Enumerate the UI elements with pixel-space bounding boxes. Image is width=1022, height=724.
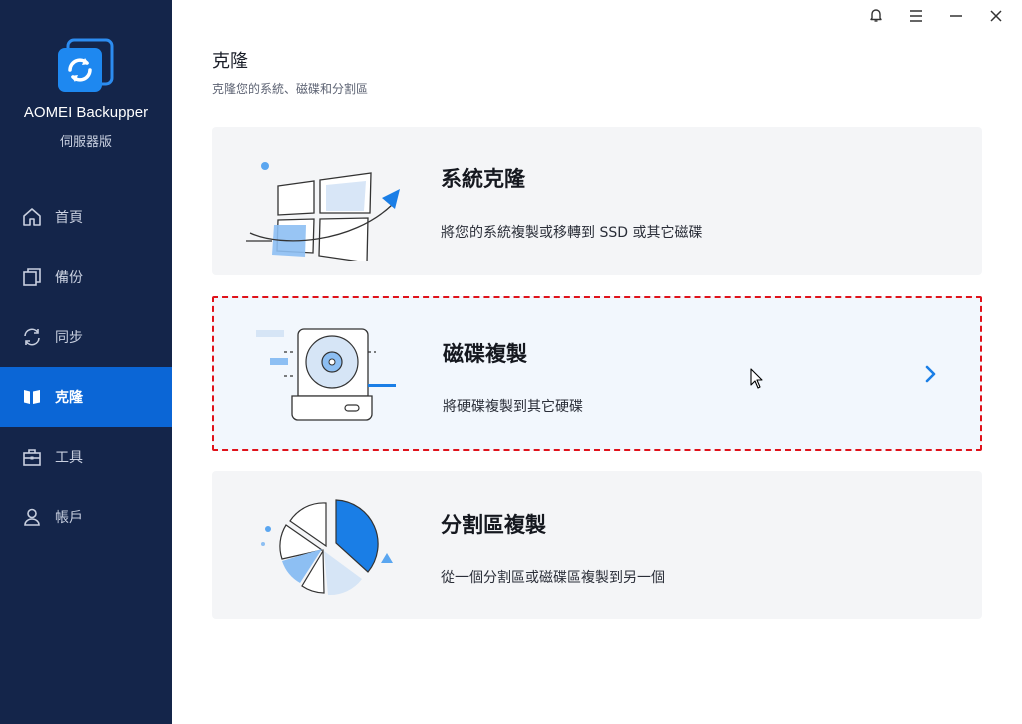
partition-clone-card[interactable]: 分割區複製 從一個分割區或磁碟區複製到另一個 <box>212 471 982 619</box>
bell-icon <box>868 7 884 27</box>
minimize-button[interactable] <box>936 6 976 28</box>
menu-button[interactable] <box>896 6 936 28</box>
sidebar-item-tools[interactable]: 工具 <box>0 427 172 487</box>
card-title: 分割區複製 <box>441 513 546 537</box>
sidebar-item-account[interactable]: 帳戶 <box>0 487 172 547</box>
page-title: 克隆 <box>212 51 248 72</box>
close-button[interactable] <box>976 6 1016 28</box>
card-title: 系統克隆 <box>441 167 525 191</box>
sidebar-item-home[interactable]: 首頁 <box>0 187 172 247</box>
chevron-right-icon[interactable] <box>920 362 940 386</box>
notification-button[interactable] <box>856 6 896 28</box>
system-clone-card[interactable]: 系統克隆 將您的系統複製或移轉到 SSD 或其它磁碟 <box>212 127 982 275</box>
sidebar-item-label: 首頁 <box>55 210 83 226</box>
minimize-icon <box>949 8 963 27</box>
close-icon <box>989 8 1003 27</box>
card-description: 將硬碟複製到其它硬碟 <box>443 399 583 415</box>
menu-icon <box>908 8 924 27</box>
sync-icon <box>22 327 42 347</box>
tools-icon <box>22 447 42 467</box>
app-edition: 伺服器版 <box>59 135 112 150</box>
window-controls <box>856 6 1016 28</box>
windows-system-icon <box>242 143 412 264</box>
hard-disk-icon <box>244 314 414 432</box>
sidebar-item-label: 工具 <box>55 450 83 466</box>
sidebar-item-label: 備份 <box>55 270 83 286</box>
sidebar-item-label: 帳戶 <box>55 510 83 526</box>
home-icon <box>22 207 42 227</box>
sidebar-item-backup[interactable]: 備份 <box>0 247 172 307</box>
backup-icon <box>22 267 42 287</box>
sidebar-item-sync[interactable]: 同步 <box>0 307 172 367</box>
app-name: AOMEI Backupper <box>23 104 149 121</box>
sidebar-item-label: 同步 <box>55 330 83 346</box>
clone-icon <box>22 387 42 407</box>
sidebar: AOMEI Backupper 伺服器版 首頁 備份 同步 克隆 工具 帳戶 <box>0 0 172 724</box>
card-description: 將您的系統複製或移轉到 SSD 或其它磁碟 <box>441 225 703 241</box>
sidebar-nav: 首頁 備份 同步 克隆 工具 帳戶 <box>0 187 172 547</box>
card-description: 從一個分割區或磁碟區複製到另一個 <box>441 570 665 586</box>
page-subtitle: 克隆您的系統、磁碟和分割區 <box>212 82 369 96</box>
app-logo-icon <box>56 38 114 94</box>
partition-pie-icon <box>242 487 412 605</box>
disk-clone-card[interactable]: 磁碟複製 將硬碟複製到其它硬碟 <box>212 296 982 451</box>
sidebar-item-label: 克隆 <box>55 390 83 406</box>
mouse-cursor-icon <box>750 368 764 390</box>
account-icon <box>22 507 42 527</box>
sidebar-item-clone[interactable]: 克隆 <box>0 367 172 427</box>
card-title: 磁碟複製 <box>443 342 527 366</box>
